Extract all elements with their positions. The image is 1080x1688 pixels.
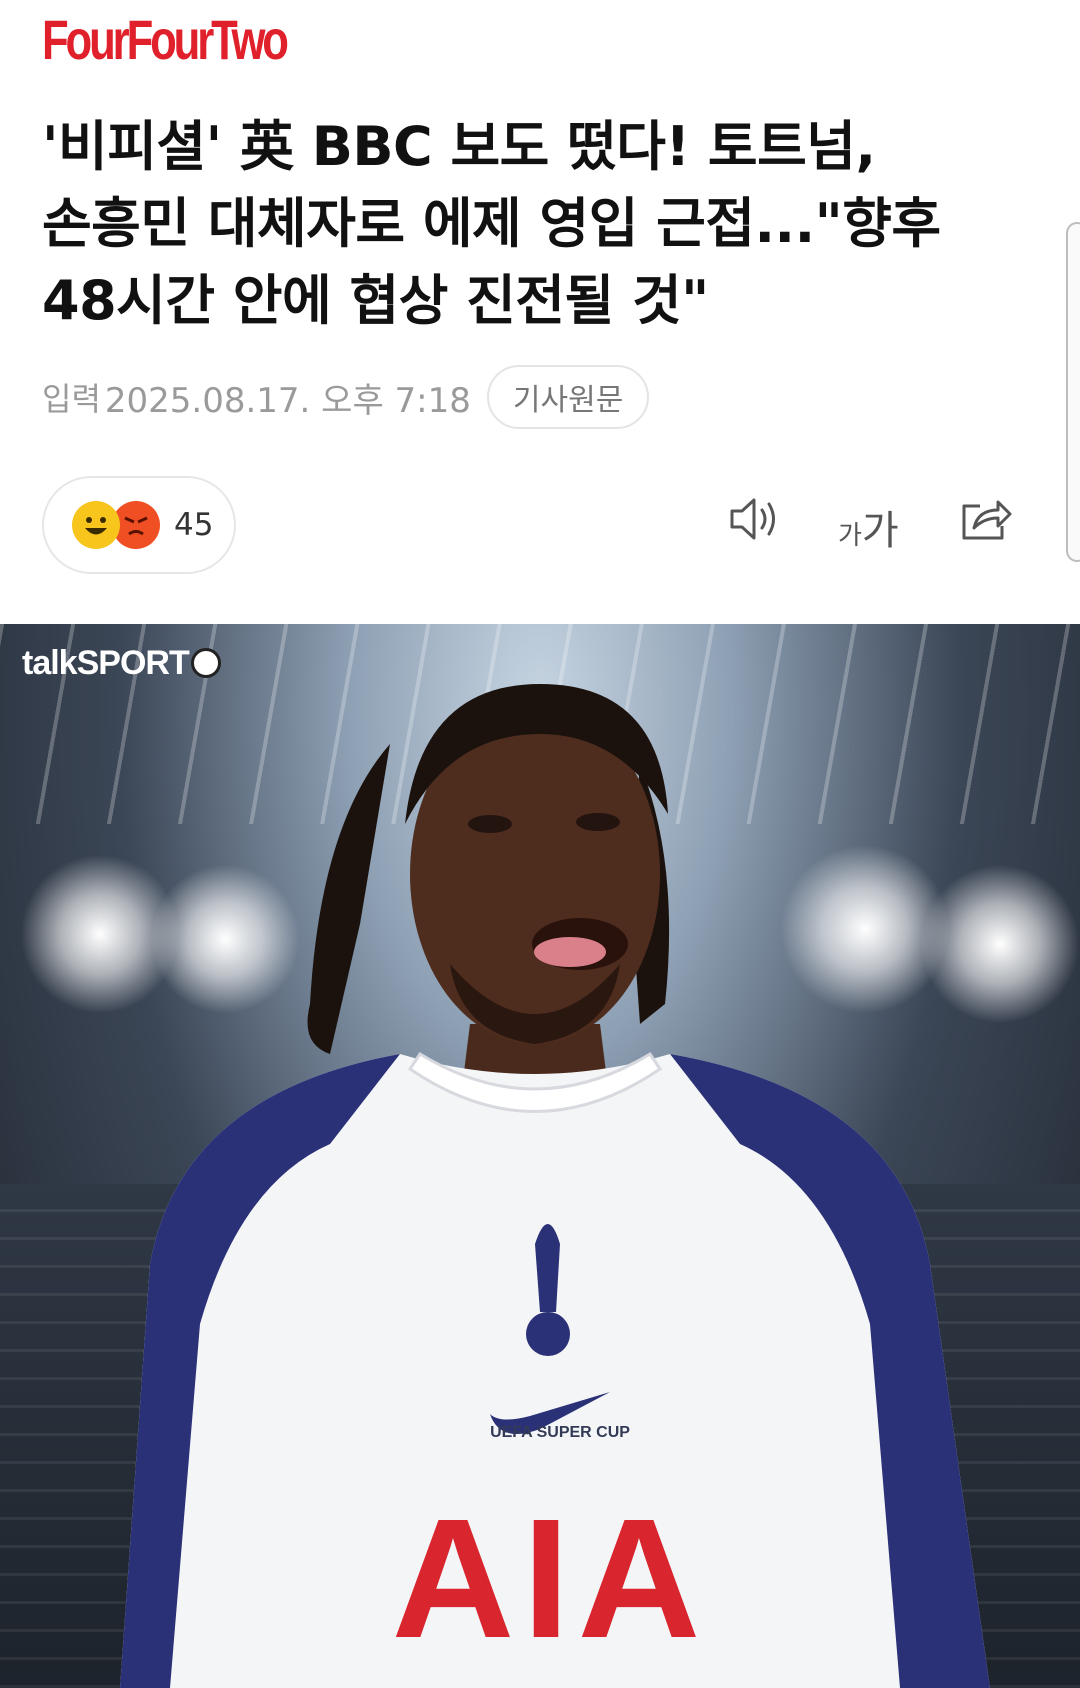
- article-page: FourFourTwo '비피셜' 英 BBC 보도 떴다! 토트넘, 손흥민 …: [0, 0, 1080, 1688]
- article-meta: 입력 2025.08.17. 오후 7:18 기사원문: [42, 365, 650, 429]
- publisher-logo[interactable]: FourFourTwo: [42, 12, 289, 68]
- original-article-button[interactable]: 기사원문: [486, 365, 650, 429]
- published-date: 2025.08.17. 오후 7:18: [104, 380, 471, 421]
- font-small-label: 가: [838, 521, 862, 551]
- speaker-icon[interactable]: [726, 494, 782, 548]
- font-big-label: 가: [861, 508, 899, 554]
- reaction-button[interactable]: 45: [42, 476, 236, 574]
- article-headline: '비피셜' 英 BBC 보도 떴다! 토트넘, 손흥민 대체자로 에제 영입 근…: [42, 115, 941, 332]
- shirt-sponsor: AIA: [391, 1484, 709, 1674]
- talksport-watermark: talkSPORT: [22, 644, 221, 683]
- side-scroll-handle[interactable]: [1066, 222, 1080, 562]
- cup-patch: UEFA SUPER CUP: [490, 1424, 630, 1441]
- article-photo[interactable]: UEFA SUPER CUP AIA talkSPORT: [0, 624, 1080, 1688]
- share-icon[interactable]: [958, 494, 1014, 548]
- reaction-count: 45: [174, 507, 214, 543]
- watermark-text: talkSPORT: [22, 644, 190, 682]
- published-label: 입력: [42, 380, 101, 418]
- font-size-button[interactable]: 가가: [838, 498, 899, 556]
- happy-emoji-icon: [72, 501, 120, 549]
- football-icon: [190, 648, 221, 678]
